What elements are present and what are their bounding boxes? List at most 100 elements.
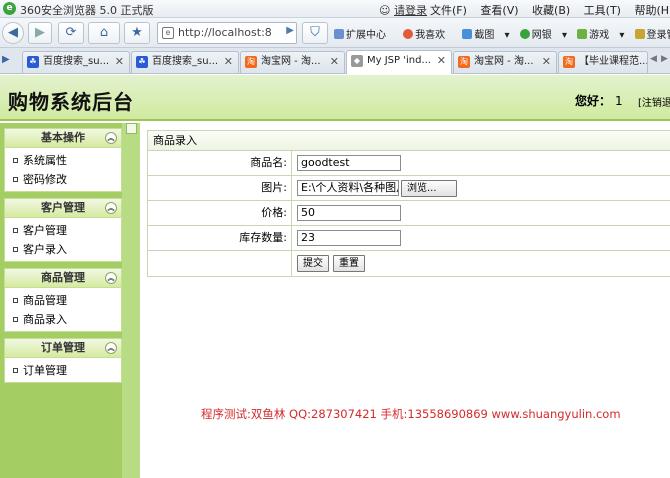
actions-label-cell: [148, 251, 292, 276]
submit-button[interactable]: 提交: [297, 255, 329, 272]
menu-help[interactable]: 帮助(H): [634, 4, 670, 17]
sidebar-group-products: 商品管理 ︽ 商品管理 商品录入: [4, 268, 122, 332]
close-icon[interactable]: ✕: [224, 52, 233, 72]
image-path-input[interactable]: E:\个人资料\各种图片\美: [297, 180, 399, 196]
sidebar-group-title[interactable]: 基本操作 ︽: [4, 128, 122, 148]
login-link[interactable]: ☺ 请登录: [379, 2, 427, 18]
address-bar[interactable]: e http://localhost:8 ▶: [157, 22, 297, 44]
scissors-icon: [462, 29, 473, 39]
sidebar-item-customer-manage[interactable]: 客户管理: [5, 221, 121, 240]
tab-list-icon[interactable]: ▶: [2, 54, 16, 68]
star-icon: ★: [131, 25, 143, 40]
product-name-input[interactable]: goodtest: [297, 155, 401, 171]
sidebar-item-product-add[interactable]: 商品录入: [5, 310, 121, 329]
sidebar-item-product-manage[interactable]: 商品管理: [5, 291, 121, 310]
home-button[interactable]: ⌂: [88, 22, 120, 44]
app-title: 购物系统后台: [8, 90, 134, 114]
bank-icon: [519, 29, 530, 39]
refresh-button[interactable]: ⟳: [58, 22, 84, 44]
footer-credit: 程序测试:双鱼林 QQ:287307421 手机:13558690869 www…: [201, 407, 621, 421]
tab-baidu-1[interactable]: ☘ 百度搜索_su... ✕: [22, 51, 130, 73]
sidebar-item-order-manage[interactable]: 订单管理: [5, 361, 121, 380]
tab-bar: ▶ ☘ 百度搜索_su... ✕ ☘ 百度搜索_su... ✕ 淘 淘宝网 - …: [0, 48, 670, 74]
refresh-icon: ⟳: [65, 25, 77, 40]
collapse-icon[interactable]: ︽: [105, 272, 117, 284]
menu-bar: 文件(F) 查看(V) 收藏(B) 工具(T) 帮助(H): [430, 2, 670, 18]
sidebar-toggle-icon[interactable]: [126, 123, 137, 134]
page-icon: ◆: [351, 55, 363, 67]
sidebar: 基本操作 ︽ 系统属性 密码修改 客户管理 ︽ 客户管理 客户录入 商品管理 ︽ 商品…: [0, 123, 140, 478]
browser-title: 360安全浏览器 5.0 正式版: [20, 4, 154, 17]
go-icon[interactable]: ▶: [286, 25, 294, 36]
form-row-actions: 提交 重置: [148, 251, 670, 276]
paw-icon: ☘: [136, 56, 148, 68]
key-icon: [634, 29, 645, 39]
paw-icon: ☘: [27, 56, 39, 68]
tab-taobao-2[interactable]: 淘 淘宝网 - 淘... ✕: [453, 51, 557, 73]
collapse-icon[interactable]: ︽: [105, 342, 117, 354]
login-manager-link[interactable]: 登录管家(7: [634, 29, 670, 41]
tab-baidu-2[interactable]: ☘ 百度搜索_su... ✕: [131, 51, 239, 73]
reset-button[interactable]: 重置: [333, 255, 365, 272]
collapse-icon[interactable]: ︽: [105, 202, 117, 214]
taobao-icon: 淘: [245, 56, 257, 68]
forward-button[interactable]: ▶: [28, 22, 52, 44]
name-label: 商品名:: [148, 151, 292, 175]
sidebar-group-title[interactable]: 客户管理 ︽: [4, 198, 122, 218]
menu-tools[interactable]: 工具(T): [584, 4, 621, 17]
bank-link[interactable]: 网银 ▾: [519, 29, 567, 41]
sidebar-item-system-properties[interactable]: 系统属性: [5, 151, 121, 170]
app-header: 购物系统后台 您好： 1 [注销退: [0, 75, 670, 121]
shield-icon: ⛉: [310, 25, 320, 40]
taobao-icon: 淘: [563, 56, 575, 68]
extension-center-link[interactable]: 扩展中心: [334, 29, 393, 41]
tab-scroll-right-icon[interactable]: ▶: [661, 54, 668, 64]
taobao-icon: 淘: [458, 56, 470, 68]
browser-logo-icon: e: [3, 2, 16, 15]
arrow-left-icon: ◀: [8, 25, 18, 40]
sidebar-group-title[interactable]: 订单管理 ︽: [4, 338, 122, 358]
heart-icon: [403, 29, 414, 39]
sidebar-item-customer-add[interactable]: 客户录入: [5, 240, 121, 259]
tab-taobao-1[interactable]: 淘 淘宝网 - 淘... ✕: [240, 51, 345, 73]
form-row-price: 价格: 50: [148, 201, 670, 226]
sidebar-item-change-password[interactable]: 密码修改: [5, 170, 121, 189]
close-icon[interactable]: ✕: [542, 52, 551, 72]
form-row-name: 商品名: goodtest: [148, 151, 670, 176]
form-title: 商品录入: [148, 131, 670, 151]
image-label: 图片:: [148, 176, 292, 200]
tab-scroll-left-icon[interactable]: ◀: [650, 54, 657, 64]
price-label: 价格:: [148, 201, 292, 225]
like-link[interactable]: 我喜欢: [403, 29, 452, 41]
game-link[interactable]: 游戏 ▾: [577, 29, 624, 41]
sidebar-group-basic: 基本操作 ︽ 系统属性 密码修改: [4, 128, 122, 192]
tab-jsp-active[interactable]: ◆ My JSP 'ind... ✕: [346, 50, 452, 74]
home-icon: ⌂: [99, 25, 109, 40]
collapse-icon[interactable]: ︽: [105, 132, 117, 144]
favorite-button[interactable]: ★: [124, 22, 150, 44]
address-text[interactable]: http://localhost:8: [178, 26, 274, 39]
username: 1: [615, 94, 623, 108]
close-icon[interactable]: ✕: [437, 51, 446, 71]
logout-link[interactable]: [注销退: [638, 94, 670, 109]
game-icon: [577, 29, 588, 39]
browser-toolbar: ◀ ▶ ⟳ ⌂ ★ e http://localhost:8 ▶ ⛉ 扩展中心 …: [0, 18, 670, 48]
stock-input[interactable]: 23: [297, 230, 401, 246]
main-content: 商品录入 商品名: goodtest 图片: E:\个人资料\各种图片\美 浏览…: [141, 123, 670, 478]
menu-favorites[interactable]: 收藏(B): [532, 4, 570, 17]
sidebar-splitter[interactable]: [122, 123, 140, 478]
form-row-stock: 库存数量: 23: [148, 226, 670, 251]
menu-view[interactable]: 查看(V): [480, 4, 518, 17]
close-icon[interactable]: ✕: [115, 52, 124, 72]
tab-course[interactable]: 淘 【毕业课程范...: [558, 51, 648, 73]
security-button[interactable]: ⛉: [302, 22, 328, 44]
price-input[interactable]: 50: [297, 205, 401, 221]
arrow-right-icon: ▶: [35, 25, 45, 40]
browse-button[interactable]: 浏览...: [401, 180, 457, 197]
menu-file[interactable]: 文件(F): [430, 4, 467, 17]
sidebar-group-title[interactable]: 商品管理 ︽: [4, 268, 122, 288]
close-icon[interactable]: ✕: [330, 52, 339, 72]
back-button[interactable]: ◀: [2, 22, 24, 44]
form-row-image: 图片: E:\个人资料\各种图片\美 浏览...: [148, 176, 670, 201]
screenshot-link[interactable]: 截图 ▾: [462, 29, 510, 41]
